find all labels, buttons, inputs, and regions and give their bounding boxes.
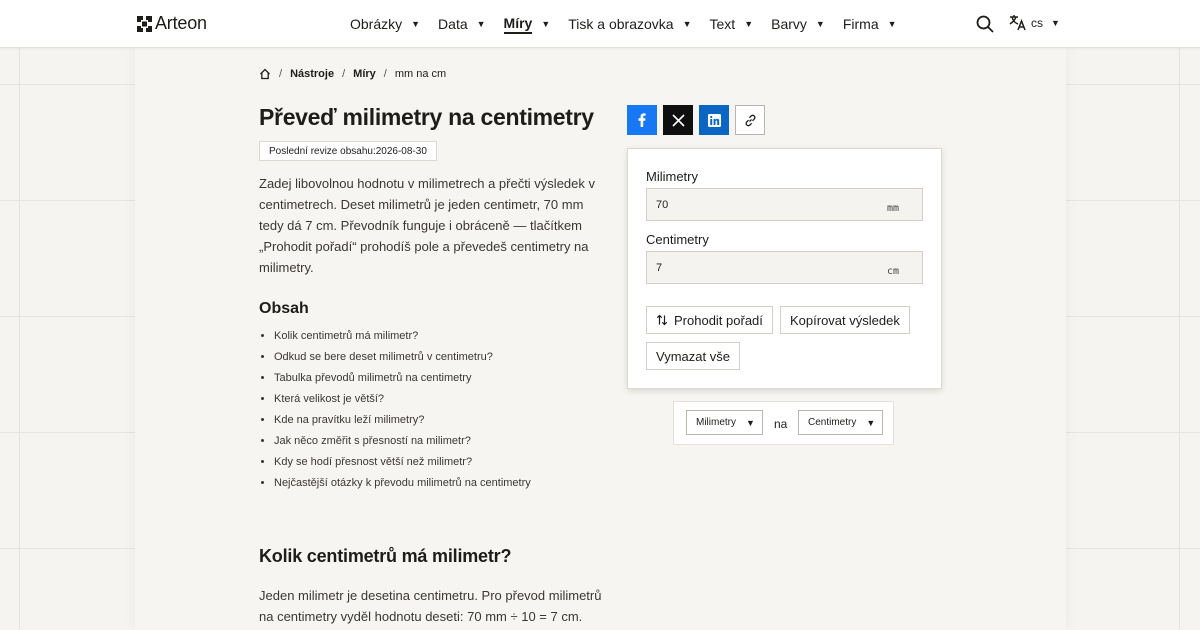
breadcrumb-nastroje[interactable]: Nástroje [290, 68, 334, 80]
toc-link[interactable]: Kdy se hodí přesnost větší než milimetr? [274, 456, 472, 468]
toc-link[interactable]: Odkud se bere deset milimetrů v centimet… [274, 351, 493, 363]
table-of-contents: Kolik centimetrů má milimetr? Odkud se b… [274, 328, 531, 496]
nav-label: Barvy [771, 16, 807, 32]
nav-label: Míry [503, 15, 533, 34]
millimeters-input[interactable]: 70 mm [646, 188, 923, 221]
caret-down-icon: ▼ [1051, 17, 1060, 28]
nav-label: Obrázky [350, 16, 403, 32]
from-unit-select[interactable]: Milimetry ▼ [686, 410, 763, 435]
toc-item: Nejčastější otázky k převodu milimetrů n… [274, 475, 531, 496]
caret-down-icon: ▼ [744, 19, 754, 29]
nav-label: Tisk a obrazovka [568, 16, 674, 32]
toc-link[interactable]: Tabulka převodů milimetrů na centimetry [274, 372, 471, 384]
unit-connector: na [774, 417, 788, 431]
toc-item: Jak něco změřit s přesností na milimetr? [274, 433, 531, 454]
facebook-icon [638, 113, 646, 127]
nav-item-text[interactable]: Text ▼ [710, 0, 754, 48]
section-text: Jeden milimetr je desetina centimetru. P… [259, 588, 602, 624]
to-unit-select[interactable]: Centimetry ▼ [798, 410, 883, 435]
breadcrumb-separator: / [342, 68, 346, 80]
section-heading: Kolik centimetrů má milimetr? [259, 546, 512, 566]
link-icon [744, 114, 756, 126]
caret-down-icon: ▼ [411, 19, 421, 29]
nav-label: Firma [842, 16, 879, 32]
toc-item: Která velikost je větší? [274, 391, 531, 412]
toc-item: Kdy se hodí přesnost větší než milimetr? [274, 454, 531, 475]
millimeters-unit: mm [886, 203, 899, 214]
breadcrumb-miry[interactable]: Míry [353, 68, 376, 80]
site-header: Arteon Obrázky ▼ Data ▼ Míry ▼ Tisk a obraz… [0, 0, 1200, 48]
nav-label: Text [709, 16, 736, 32]
toc-item: Tabulka převodů milimetrů na centimetry [274, 370, 531, 391]
nav-item-data[interactable]: Data ▼ [438, 0, 486, 48]
caret-down-icon: ▼ [541, 19, 551, 29]
page-title: Převeď milimetry na centimetry [259, 104, 594, 130]
x-share-button[interactable] [663, 105, 693, 135]
caret-down-icon: ▼ [866, 417, 876, 428]
toc-link[interactable]: Kde na pravítku leží milimetry? [274, 414, 424, 426]
centimeters-unit: cm [886, 266, 899, 277]
copy-link-button[interactable] [735, 105, 765, 135]
nav-label: Data [438, 16, 468, 32]
search-icon[interactable] [976, 15, 994, 38]
translate-icon [1009, 15, 1026, 31]
x-icon [671, 113, 685, 127]
toc-item: Odkud se bere deset milimetrů v centimet… [274, 349, 531, 370]
converter-card: Milimetry 70 mm Centimetry 7 cm Prohodit… [627, 148, 942, 389]
caret-down-icon: ▼ [746, 417, 755, 428]
logo[interactable]: Arteon [137, 13, 207, 34]
breadcrumb: / Nástroje / Míry / mm na cm [259, 68, 446, 80]
brand-name: Arteon [155, 13, 207, 33]
breadcrumb-separator: / [383, 68, 387, 80]
toc-item: Kolik centimetrů má milimetr? [274, 328, 531, 349]
main-content: / Nástroje / Míry / mm na cm Převeď mili… [135, 48, 1066, 630]
caret-down-icon: ▼ [476, 19, 486, 29]
facebook-share-button[interactable] [627, 105, 657, 135]
toc-title: Obsah [259, 300, 309, 317]
toc-link[interactable]: Kolik centimetrů má milimetr? [274, 330, 418, 342]
centimeters-label: Centimetry [646, 232, 709, 247]
millimeters-value: 70 [656, 199, 669, 211]
nav-item-barvy[interactable]: Barvy ▼ [771, 0, 825, 48]
caret-down-icon: ▼ [682, 19, 692, 29]
revision-badge: Poslední revize obsahu:2026-08-30 [259, 141, 437, 161]
copy-result-button[interactable]: Kopírovat výsledek [780, 306, 910, 334]
language-code: cs [1031, 15, 1043, 30]
breadcrumb-current: mm na cm [394, 68, 447, 80]
centimeters-input[interactable]: 7 cm [646, 251, 923, 284]
main-nav: Obrázky ▼ Data ▼ Míry ▼ Tisk a obrazovka ▼ T… [350, 0, 915, 48]
home-icon[interactable] [259, 68, 271, 80]
from-unit-value: Milimetry [696, 417, 736, 428]
linkedin-share-button[interactable] [699, 105, 729, 135]
share-buttons [627, 105, 771, 135]
caret-down-icon: ▼ [815, 19, 825, 29]
linkedin-icon [707, 113, 721, 127]
centimeters-value: 7 [656, 262, 663, 274]
clear-all-button[interactable]: Vymazat vše [646, 342, 740, 370]
swap-button[interactable]: Prohodit pořadí [646, 306, 773, 334]
toc-link[interactable]: Jak něco změřit s přesností na milimetr? [274, 435, 471, 447]
millimeters-label: Milimetry [646, 169, 698, 184]
unit-selector-bar: Milimetry ▼ na Centimetry ▼ [673, 401, 894, 445]
nav-item-obrazky[interactable]: Obrázky ▼ [350, 0, 420, 48]
nav-item-miry[interactable]: Míry ▼ [503, 0, 551, 48]
toc-link[interactable]: Nejčastější otázky k převodu milimetrů n… [274, 477, 531, 489]
swap-icon [656, 314, 668, 326]
swap-button-label: Prohodit pořadí [674, 312, 763, 328]
logo-icon [137, 15, 152, 32]
language-selector[interactable]: cs ▼ [1009, 14, 1060, 31]
breadcrumb-separator: / [279, 68, 283, 80]
toc-item: Kde na pravítku leží milimetry? [274, 412, 531, 433]
to-unit-value: Centimetry [808, 417, 857, 428]
intro-text: Zadej libovolnou hodnotu v milimetrech a… [259, 176, 596, 275]
nav-item-firma[interactable]: Firma ▼ [843, 0, 897, 48]
toc-link[interactable]: Která velikost je větší? [274, 393, 384, 405]
caret-down-icon: ▼ [887, 19, 897, 29]
nav-item-tisk-a-obrazovka[interactable]: Tisk a obrazovka ▼ [568, 0, 691, 48]
